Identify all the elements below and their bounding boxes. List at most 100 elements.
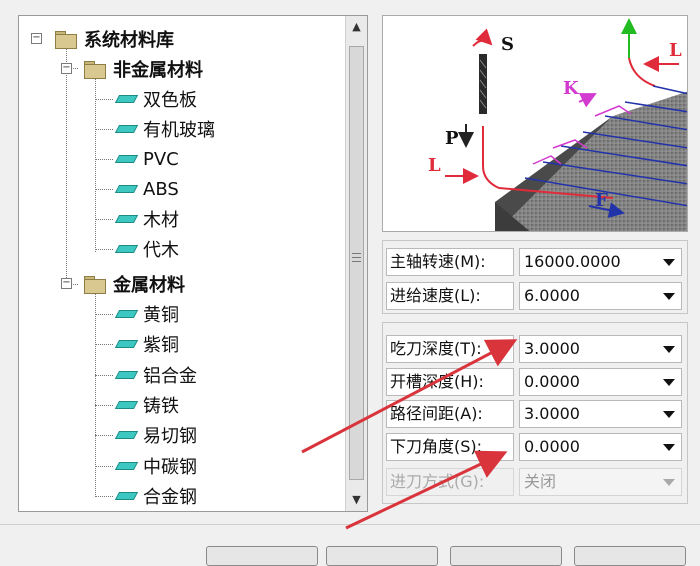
- cut-depth-label: 吃刀深度(T):: [386, 335, 514, 363]
- material-icon: [114, 461, 139, 470]
- slot-depth-select[interactable]: 0.0000: [519, 368, 682, 396]
- tree-item-material[interactable]: ABS: [19, 176, 339, 202]
- material-icon: [114, 370, 139, 379]
- tree-group-label: 非金属材料: [113, 60, 203, 81]
- label-K: K: [563, 78, 580, 99]
- dialog-button-4[interactable]: [574, 546, 686, 566]
- material-icon: [114, 309, 139, 318]
- tree-group-nonmetal[interactable]: − 非金属材料: [19, 56, 339, 82]
- folder-icon: [84, 276, 106, 294]
- scroll-down-icon[interactable]: ▼: [346, 489, 367, 511]
- tree-item-material[interactable]: 中碳钢: [19, 453, 339, 479]
- tree-item-label: 木材: [143, 210, 179, 231]
- material-icon: [114, 430, 139, 439]
- toolpath-preview: S P L L F K: [382, 15, 688, 232]
- slot-depth-label: 开槽深度(H):: [386, 368, 514, 396]
- tree-item-label: 铝合金: [143, 366, 197, 387]
- tree-item-material[interactable]: 黄铜: [19, 301, 339, 327]
- tree-group-metal[interactable]: − 金属材料: [19, 271, 339, 297]
- tree-item-label: 代木: [143, 240, 179, 261]
- tree-group-label: 金属材料: [113, 275, 185, 296]
- material-icon: [114, 491, 139, 500]
- entry-mode-value: 关闭: [524, 472, 557, 491]
- tree-item-material[interactable]: 有机玻璃: [19, 116, 339, 142]
- cut-depth-select[interactable]: 3.0000: [519, 335, 682, 363]
- tree-root-label: 系统材料库: [84, 30, 174, 51]
- folder-icon: [55, 31, 77, 49]
- footer-divider: [0, 524, 700, 525]
- chevron-down-icon[interactable]: [663, 379, 675, 386]
- chevron-down-icon[interactable]: [663, 346, 675, 353]
- grip-icon: [352, 253, 361, 265]
- tree-item-label: 紫铜: [143, 335, 179, 356]
- chevron-down-icon[interactable]: [663, 293, 675, 300]
- tree-scrollbar[interactable]: ▲ ▼: [345, 16, 367, 511]
- plunge-angle-label: 下刀角度(S):: [386, 433, 514, 461]
- dialog-button-1[interactable]: [206, 546, 318, 566]
- tree-item-material[interactable]: PVC: [19, 146, 339, 172]
- tool-bit: [479, 54, 487, 114]
- material-icon: [114, 94, 139, 103]
- spindle-speed-select[interactable]: 16000.0000: [519, 248, 682, 276]
- collapse-icon[interactable]: −: [31, 33, 42, 44]
- slot-depth-value: 0.0000: [524, 372, 580, 391]
- plunge-angle-select[interactable]: 0.0000: [519, 433, 682, 461]
- feed-rate-label: 进给速度(L):: [386, 282, 514, 310]
- tree-item-material[interactable]: 紫铜: [19, 331, 339, 357]
- spindle-speed-label: 主轴转速(M):: [386, 248, 514, 276]
- plunge-angle-value: 0.0000: [524, 437, 580, 456]
- material-icon: [114, 124, 139, 133]
- label-S: S: [501, 34, 514, 55]
- label-L-left: L: [428, 155, 441, 176]
- tree-root[interactable]: − 系统材料库: [19, 26, 339, 52]
- path-spacing-select[interactable]: 3.0000: [519, 400, 682, 428]
- material-icon: [114, 214, 139, 223]
- label-L-right: L: [669, 40, 682, 61]
- tree-item-material[interactable]: 铸铁: [19, 392, 339, 418]
- chevron-down-icon[interactable]: [663, 411, 675, 418]
- tree-item-material[interactable]: 代木: [19, 236, 339, 262]
- path-spacing-label: 路径间距(A):: [386, 400, 514, 428]
- tree-item-label: 易切钢: [143, 426, 197, 447]
- folder-icon: [84, 61, 106, 79]
- tree-item-label: 中碳钢: [143, 457, 197, 478]
- tree-item-label: 有机玻璃: [143, 120, 215, 141]
- material-tree[interactable]: − 系统材料库 − 非金属材料 双色板 有机玻璃 PVC ABS 木材 代木 −…: [18, 15, 368, 512]
- tree-item-label: PVC: [143, 148, 179, 170]
- scroll-thumb[interactable]: [349, 46, 364, 480]
- tree-item-label: 黄铜: [143, 305, 179, 326]
- chevron-down-icon: [663, 479, 675, 486]
- tree-item-material[interactable]: 双色板: [19, 86, 339, 112]
- collapse-icon[interactable]: −: [61, 278, 72, 289]
- material-icon: [114, 184, 139, 193]
- tree-item-label: 合金钢: [143, 487, 197, 508]
- material-icon: [114, 244, 139, 253]
- chevron-down-icon[interactable]: [663, 259, 675, 266]
- collapse-icon[interactable]: −: [61, 63, 72, 74]
- material-icon: [114, 400, 139, 409]
- spindle-rotation-icon: [472, 28, 493, 47]
- spindle-speed-value: 16000.0000: [524, 252, 621, 271]
- path-spacing-value: 3.0000: [524, 404, 580, 423]
- tree-item-material[interactable]: 易切钢: [19, 422, 339, 448]
- entry-mode-label: 进刀方式(G):: [386, 468, 514, 496]
- feed-rate-select[interactable]: 6.0000: [519, 282, 682, 310]
- chevron-down-icon[interactable]: [663, 444, 675, 451]
- dialog-button-3[interactable]: [450, 546, 562, 566]
- material-icon: [114, 339, 139, 348]
- label-F: F: [595, 190, 608, 211]
- toolpath-diagram: S P L L F K: [428, 18, 687, 231]
- entry-mode-select: 关闭: [519, 468, 682, 496]
- tree-item-material[interactable]: 铝合金: [19, 362, 339, 388]
- tree-item-label: ABS: [143, 178, 179, 200]
- scroll-up-icon[interactable]: ▲: [346, 16, 367, 38]
- dialog-button-2[interactable]: [326, 546, 438, 566]
- tree-item-label: 铸铁: [143, 396, 179, 417]
- cut-depth-value: 3.0000: [524, 339, 580, 358]
- tree-item-material[interactable]: 木材: [19, 206, 339, 232]
- material-icon: [114, 154, 139, 163]
- label-P: P: [445, 128, 459, 149]
- tree-item-material[interactable]: 合金钢: [19, 483, 339, 509]
- tree-item-label: 双色板: [143, 90, 197, 111]
- feed-rate-value: 6.0000: [524, 286, 580, 305]
